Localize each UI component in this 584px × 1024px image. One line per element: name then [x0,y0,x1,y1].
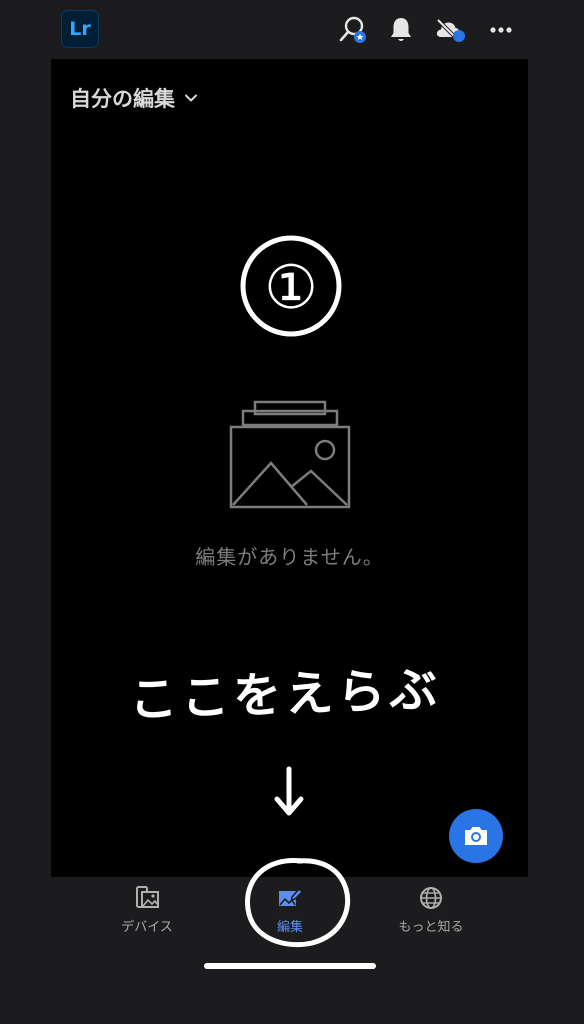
nav-item-edit[interactable]: 編集 [235,885,345,941]
arrow-down-icon [274,766,304,816]
edits-panel: 自分の編集 ① 編集がありません。 ここをえらぶ [51,59,528,877]
camera-icon [465,827,487,845]
search-people-icon[interactable] [336,13,370,47]
more-icon[interactable] [484,13,518,47]
nav-item-learn[interactable]: もっと知る [376,885,486,941]
photo-stack-icon [229,400,351,509]
globe-icon [420,887,442,909]
nav-label-edit: 編集 [276,920,303,935]
step-one-marker: ① [240,235,342,337]
handwritten-annotation: ここをえらぶ [128,661,443,729]
chevron-down-icon [185,94,197,102]
cloud-sync-icon[interactable] [432,13,466,47]
view-selector-label: 自分の編集 [70,87,175,111]
bell-icon[interactable] [384,13,418,47]
nav-label-learn: もっと知る [398,920,464,935]
view-selector[interactable]: 自分の編集 [70,83,199,113]
lightroom-logo[interactable]: Lr [61,10,99,48]
home-indicator[interactable] [204,963,376,969]
nav-label-device: デバイス [121,920,173,935]
nav-item-device[interactable]: デバイス [92,885,202,941]
edit-photo-icon [279,887,303,906]
camera-button[interactable] [449,809,503,863]
empty-message: 編集がありません。 [195,545,384,569]
app-screen: Lr 自分の編集 ① 編集がありません。 ここをえらぶ デバイス 編集 もっと知… [0,0,584,1024]
svg-text:①: ① [264,253,318,323]
bottom-nav: デバイス 編集 もっと知る [0,877,584,957]
device-photos-icon [136,886,159,908]
